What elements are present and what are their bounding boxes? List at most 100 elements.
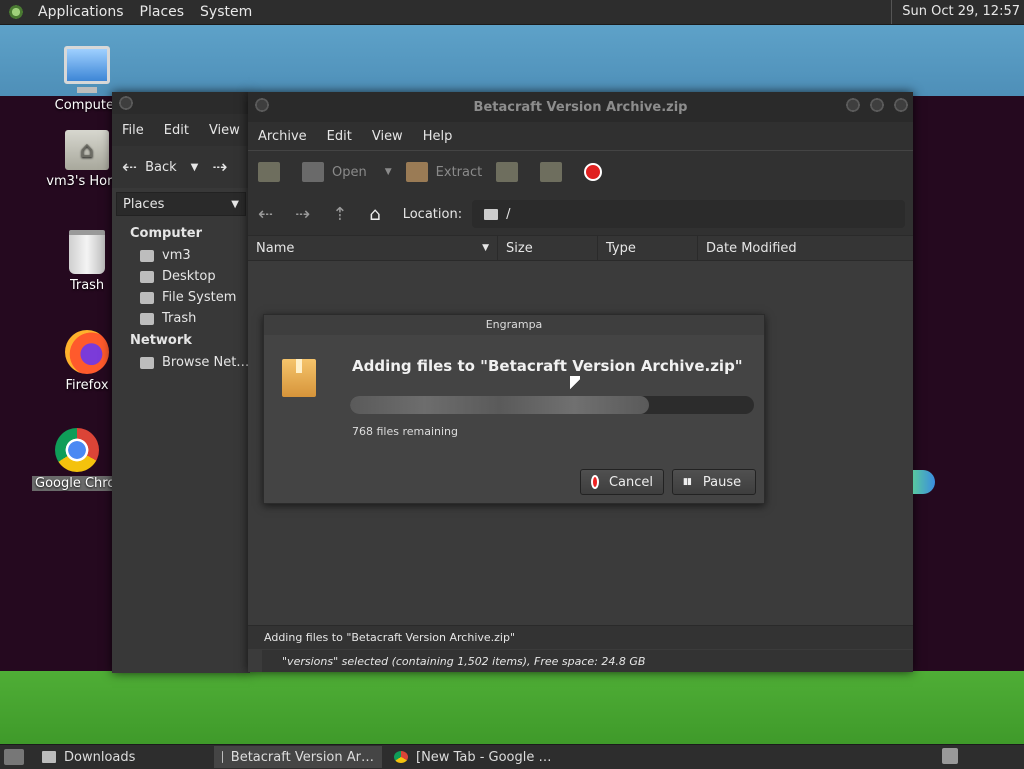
archive-toolbar: Open ▼ Extract <box>248 150 913 193</box>
sidebar-item-desktop[interactable]: Desktop <box>112 266 250 287</box>
mouse-pointer-icon <box>570 376 580 392</box>
home-icon[interactable]: ⌂ <box>369 204 380 225</box>
menu-applications[interactable]: Applications <box>30 4 132 20</box>
top-panel: Applications Places System Sun Oct 29, 1… <box>0 0 1024 25</box>
menu-view[interactable]: View <box>362 129 413 144</box>
column-name[interactable]: Name ▼ <box>248 236 498 260</box>
menu-edit[interactable]: Edit <box>154 123 199 138</box>
back-arrow-icon[interactable]: ⇠ <box>258 204 273 225</box>
back-arrow-icon[interactable]: ⇠ <box>122 157 137 178</box>
forward-arrow-icon[interactable]: ⇢ <box>212 157 227 178</box>
column-type[interactable]: Type <box>598 236 698 260</box>
file-manager-toolbar: ⇠ Back ▼ ⇢ <box>112 146 250 188</box>
open-icon <box>302 162 324 182</box>
add-files-icon <box>496 162 519 182</box>
sidebar-section-network: Network <box>130 333 192 348</box>
home-folder-icon: ⌂ <box>65 130 109 170</box>
archive-menubar: Archive Edit View Help <box>248 122 913 150</box>
close-icon[interactable] <box>118 95 134 111</box>
progress-bar-fill <box>350 396 649 414</box>
forward-arrow-icon[interactable]: ⇢ <box>295 204 310 225</box>
column-date-modified[interactable]: Date Modified <box>698 236 913 260</box>
files-remaining: 768 files remaining <box>352 425 459 438</box>
menu-logo-icon[interactable] <box>8 4 24 20</box>
dialog-heading: Adding files to "Betacraft Version Archi… <box>352 357 743 375</box>
file-manager-menubar: File Edit View <box>112 114 250 146</box>
places-selector[interactable]: Places ▼ <box>116 192 246 216</box>
computer-icon <box>64 46 110 93</box>
chevron-down-icon: ▼ <box>384 167 392 177</box>
add-folder-button[interactable] <box>540 162 570 182</box>
extract-icon <box>405 162 428 182</box>
archive-window-titlebar[interactable]: Betacraft Version Archive.zip <box>248 92 913 122</box>
chevron-down-icon: ▼ <box>231 198 239 210</box>
location-bar: ⇠ ⇢ ⇡ ⌂ Location: / <box>248 193 913 235</box>
minimize-icon[interactable] <box>845 97 861 113</box>
menu-file[interactable]: File <box>112 123 154 138</box>
sidebar-item-trash[interactable]: Trash <box>112 308 250 329</box>
trash-icon <box>69 230 105 274</box>
add-files-button[interactable] <box>496 162 526 182</box>
folder-icon <box>484 208 499 220</box>
task-archive[interactable]: Betacraft Version Ar… <box>214 746 382 768</box>
stop-icon <box>584 163 603 181</box>
add-folder-icon <box>540 162 563 182</box>
menu-edit[interactable]: Edit <box>317 129 362 144</box>
chrome-icon <box>394 751 408 763</box>
sidebar-item-vm3[interactable]: vm3 <box>112 245 250 266</box>
home-icon <box>140 249 154 262</box>
menu-system[interactable]: System <box>192 4 260 20</box>
menu-help[interactable]: Help <box>413 129 463 144</box>
drive-icon <box>140 291 154 304</box>
pause-button[interactable]: ▮▮ Pause <box>672 469 756 495</box>
clock[interactable]: Sun Oct 29, 12:57 <box>891 0 1024 24</box>
location-label: Location: <box>402 206 463 222</box>
new-archive-icon <box>258 162 280 182</box>
sidebar-section-computer: Computer <box>130 226 203 241</box>
open-button[interactable]: Open ▼ <box>302 162 392 182</box>
archive-icon <box>222 751 223 763</box>
file-manager-status-text: "versions" selected (containing 1,502 it… <box>282 654 646 668</box>
network-icon <box>140 356 154 369</box>
menu-places[interactable]: Places <box>132 4 193 20</box>
archive-status-text: Adding files to "Betacraft Version Archi… <box>264 631 516 644</box>
firefox-icon <box>65 330 109 374</box>
chrome-icon <box>55 428 99 472</box>
close-icon[interactable] <box>893 97 909 113</box>
menu-view[interactable]: View <box>199 123 250 138</box>
chevron-down-icon[interactable]: ▼ <box>191 162 199 173</box>
package-icon <box>282 359 316 397</box>
up-arrow-icon[interactable]: ⇡ <box>332 204 347 225</box>
task-downloads[interactable]: Downloads <box>34 746 210 768</box>
extract-button[interactable]: Extract <box>405 162 482 182</box>
back-button[interactable]: Back <box>145 160 177 175</box>
sort-down-icon: ▼ <box>482 243 489 253</box>
sidebar: Computer vm3 Desktop File System Trash N… <box>112 216 250 379</box>
dialog-title: Engrampa <box>264 315 764 335</box>
stop-button[interactable] <box>584 163 603 181</box>
file-manager-statusbar: "versions" selected (containing 1,502 it… <box>262 650 913 672</box>
archive-statusbar: Adding files to "Betacraft Version Archi… <box>248 625 913 649</box>
folder-icon <box>42 751 56 763</box>
workspace-switcher-icon[interactable] <box>942 748 958 764</box>
desktop-icon-chrome[interactable]: Google Chrome <box>32 428 128 495</box>
archive-window-title: Betacraft Version Archive.zip <box>473 99 688 115</box>
show-desktop-icon[interactable] <box>4 749 24 765</box>
sidebar-item-filesystem[interactable]: File System <box>112 287 250 308</box>
new-archive-button[interactable] <box>258 162 288 182</box>
file-manager-window: File Edit View ⇠ Back ▼ ⇢ Places ▼ Compu… <box>112 92 250 673</box>
file-manager-titlebar[interactable] <box>112 92 250 114</box>
maximize-icon[interactable] <box>869 97 885 113</box>
taskbar: Downloads Betacraft Version Ar… [New Tab… <box>0 744 1024 769</box>
menu-archive[interactable]: Archive <box>248 129 317 144</box>
column-size[interactable]: Size <box>498 236 598 260</box>
trash-icon <box>140 312 154 325</box>
window-menu-icon[interactable] <box>254 97 270 113</box>
cancel-button[interactable]: Cancel <box>580 469 664 495</box>
progress-dialog: Engrampa Adding files to "Betacraft Vers… <box>263 314 765 504</box>
sidebar-item-browse-network[interactable]: Browse Net… <box>112 352 250 373</box>
task-chrome[interactable]: [New Tab - Google … <box>386 746 562 768</box>
cancel-icon <box>591 475 599 489</box>
location-field[interactable]: / <box>472 200 905 228</box>
pause-icon: ▮▮ <box>683 477 692 487</box>
